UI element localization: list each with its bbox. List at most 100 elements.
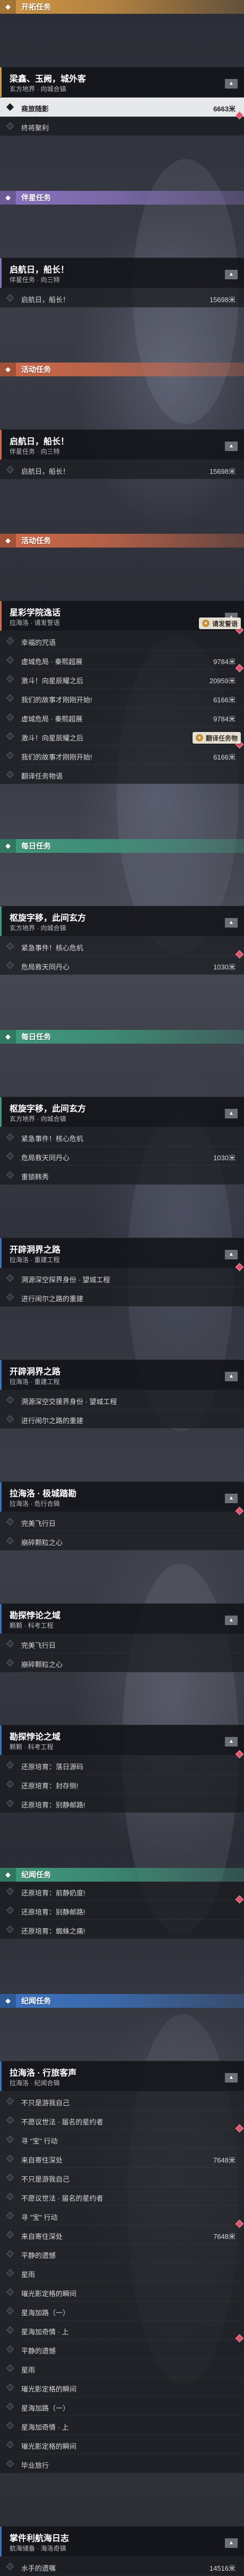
quest-step[interactable]: 寻 "宝" 行动 (0, 2206, 244, 2226)
quest-subtitle: 颗颗 · 科考工程 (10, 1621, 54, 1629)
step-status-icon (6, 103, 14, 111)
quest-step[interactable]: 星海加路（一） (0, 2397, 244, 2416)
quest-step[interactable]: 进行闹尔之路的重建 (0, 1409, 244, 1428)
quest-group-header[interactable]: 启航日，船长！ 伴星任务 · 向三特 ▲ (0, 429, 244, 460)
quest-step[interactable]: 来自寄住深处 7648米 (0, 2225, 244, 2245)
collapse-chevron-icon[interactable]: ▲ (225, 1615, 238, 1625)
quest-step[interactable]: 还原培育：别静邮路! (0, 1794, 244, 1813)
quest-step[interactable]: 完美飞行日 (0, 1634, 244, 1653)
category-label: 纪闻任务 (21, 1997, 51, 2006)
step-label: 星海加奇情 · 上 (21, 2423, 69, 2432)
quest-group-header[interactable]: 启航日，船长！ 伴星任务 · 向三特 ▲ (0, 257, 244, 288)
quest-group-header[interactable]: 掌件利航海日志 航海储备 · 海洛奇镇 ▲ (0, 2526, 244, 2557)
quest-step[interactable]: 不只是游我自己 (0, 2168, 244, 2187)
collapse-chevron-icon[interactable]: ▲ (225, 1737, 238, 1747)
step-distance: 9784米 (213, 715, 236, 724)
step-status-icon (6, 1415, 14, 1423)
location-tag[interactable]: ✦ 翻译任务物 (192, 732, 241, 744)
quest-step[interactable]: 不只是游我自己 (0, 2092, 244, 2111)
quest-step[interactable]: 毕业旅行 (0, 2454, 244, 2474)
quest-step[interactable]: 翻译任务物语 (0, 765, 244, 784)
collapse-chevron-icon[interactable]: ▲ (225, 1371, 238, 1381)
quest-step[interactable]: 寻 "宝" 行动 (0, 2130, 244, 2149)
quest-step[interactable]: 溯源深空探界身份 · 望城工程 (0, 1268, 244, 1287)
quest-group-header[interactable]: 梁鑫、玉阙，城外客 玄方地界 · 向城合镇 ▲ (0, 66, 244, 98)
step-label: 星雨 (21, 2271, 36, 2279)
quest-step[interactable]: 幸福的咒语 (0, 631, 244, 651)
category-icon: ⬥ (0, 1868, 16, 1882)
quest-step[interactable]: 星海加奇情 · 上 (0, 2321, 244, 2340)
step-status-icon (6, 2193, 14, 2201)
quest-group-header[interactable]: 开辟洞界之路 拉海洛 · 重建工程 ▲ (0, 1237, 244, 1268)
quest-step[interactable]: 不愿议世法 · 届名的星约者 (0, 2111, 244, 2130)
quest-list[interactable]: ⬥ 开拓任务 梁鑫、玉阙，城外客 玄方地界 · 向城合镇 ▲ 商旅随影 6663米 终将聚利 ⬥… (0, 0, 244, 2576)
quest-step[interactable]: 我们的故事才刚刚开始! 6166米 (0, 689, 244, 708)
quest-step[interactable]: 重锁韩秀 (0, 1165, 244, 1185)
quest-step[interactable]: 璀光影定格的瞬间 (0, 2282, 244, 2302)
quest-step[interactable]: 启航日，船长！ 15698米 (0, 288, 244, 307)
quest-step[interactable]: 水手的遗嘱 14516米 (0, 2557, 244, 2576)
quest-step[interactable]: 平静的遗憾 (0, 2340, 244, 2359)
quest-step[interactable]: 完美飞行日 (0, 1512, 244, 1531)
quest-group-header[interactable]: 枢旋字移，此间玄方 玄方地界 · 向城合镇 ▲ (0, 906, 244, 937)
collapse-chevron-icon[interactable]: ▲ (225, 269, 238, 279)
step-label: 还原培育：别静邮路! (21, 1801, 85, 1810)
collapse-chevron-icon[interactable]: ▲ (225, 1108, 238, 1118)
quest-step[interactable]: 进行闹尔之路的重建 (0, 1287, 244, 1307)
quest-title: 梁鑫、玉阙，城外客 (10, 74, 86, 84)
quest-step[interactable]: 紧急事件！核心危机 (0, 1127, 244, 1146)
quest-step[interactable]: 启航日，船长！ 15698米 (0, 460, 244, 479)
quest-step[interactable]: 崩碎颗粒之心 (0, 1653, 244, 1672)
quest-step[interactable]: 星海加路（一） (0, 2301, 244, 2321)
collapse-chevron-icon[interactable]: ▲ (225, 78, 238, 89)
quest-group-header[interactable]: 拉海洛 · 极城踏勘 拉海洛 · 危行合辑 ▲ (0, 1481, 244, 1512)
step-label: 终将聚利 (21, 123, 49, 132)
collapse-chevron-icon[interactable]: ▲ (225, 2538, 238, 2548)
quest-step[interactable]: 平静的遗憾 (0, 2244, 244, 2264)
quest-step[interactable]: 终将聚利 (0, 116, 244, 136)
quest-group-header[interactable]: 枢旋字移，此间玄方 玄方地界 · 向城合镇 ▲ (0, 1096, 244, 1127)
quest-step[interactable]: 还原培育：别静邮路! (0, 1901, 244, 1920)
collapse-chevron-icon[interactable]: ▲ (225, 441, 238, 451)
collapse-chevron-icon[interactable]: ▲ (225, 918, 238, 928)
step-status-icon (6, 2441, 14, 2449)
quest-step[interactable]: 星雨 (0, 2263, 244, 2283)
quest-group-header[interactable]: 开辟洞界之路 拉海洛 · 重建工程 ▲ (0, 1359, 244, 1390)
step-status-icon (6, 1658, 14, 1666)
quest-step[interactable]: 虚城危局 · 秦熙超展 9784米 (0, 650, 244, 670)
step-status-icon (6, 1926, 14, 1934)
quest-group-header[interactable]: 勘探悖论之域 颗颗 · 科考工程 ▲ (0, 1603, 244, 1634)
quest-step[interactable]: 我们的故事才刚刚开始! 6166米 (0, 746, 244, 765)
quest-step[interactable]: 紧急事件！核心危机 (0, 937, 244, 956)
quest-step[interactable]: 崩碎颗粒之心 (0, 1531, 244, 1550)
quest-step[interactable]: 不愿议世法 · 届名的星约者 (0, 2187, 244, 2207)
step-label: 我们的故事才刚刚开始! (21, 696, 92, 704)
step-status-icon (6, 2212, 14, 2220)
location-tag[interactable]: ✦ 请发誓语 (198, 617, 241, 630)
quest-step[interactable]: 璀光影定格的瞬间 (0, 2435, 244, 2455)
quest-step[interactable]: 璀光影定格的瞬间 (0, 2378, 244, 2397)
quest-step[interactable]: 危局救天同丹心 1030米 (0, 956, 244, 975)
step-distance: 15698米 (209, 467, 236, 475)
quest-step[interactable]: 星海加奇情 · 上 (0, 2416, 244, 2436)
collapse-chevron-icon[interactable]: ▲ (225, 2073, 238, 2083)
quest-step[interactable]: 危局救天同丹心 1030米 (0, 1146, 244, 1166)
quest-step[interactable]: 还原培育：落日源码 (0, 1755, 244, 1775)
quest-step[interactable]: 还原培育：封存侧! (0, 1775, 244, 1794)
quest-step[interactable]: 来自寄住深处 7648米 (0, 2149, 244, 2168)
collapse-chevron-icon[interactable]: ▲ (225, 1493, 238, 1503)
quest-step[interactable]: 虚城危局 · 秦熙超展 9784米 (0, 708, 244, 727)
quest-step[interactable]: 溯源深空交援界身份 · 望城工程 (0, 1390, 244, 1409)
collapse-chevron-icon[interactable]: ▲ (225, 1249, 238, 1259)
step-status-icon (6, 637, 14, 645)
quest-step[interactable]: 星雨 (0, 2359, 244, 2378)
step-status-icon (6, 1907, 14, 1915)
quest-step[interactable]: 商旅随影 6663米 (0, 97, 244, 117)
quest-step[interactable]: 激斗！向星辰耀之后 20959米 (0, 669, 244, 689)
step-label: 不只是游我自己 (21, 2099, 70, 2107)
quest-step[interactable]: 还原培育：蜘蛛之痛! (0, 1920, 244, 1939)
quest-group-header[interactable]: 拉海洛 · 行旅客声 拉海洛 · 纪闻合辑 ▲ (0, 2061, 244, 2092)
category-header: ⬥ 纪闻任务 (0, 1868, 244, 1882)
quest-step[interactable]: 还原培育：前静奶度! (0, 1882, 244, 1901)
quest-group-header[interactable]: 勘探悖论之域 颗颗 · 科考工程 ▲ (0, 1725, 244, 1756)
